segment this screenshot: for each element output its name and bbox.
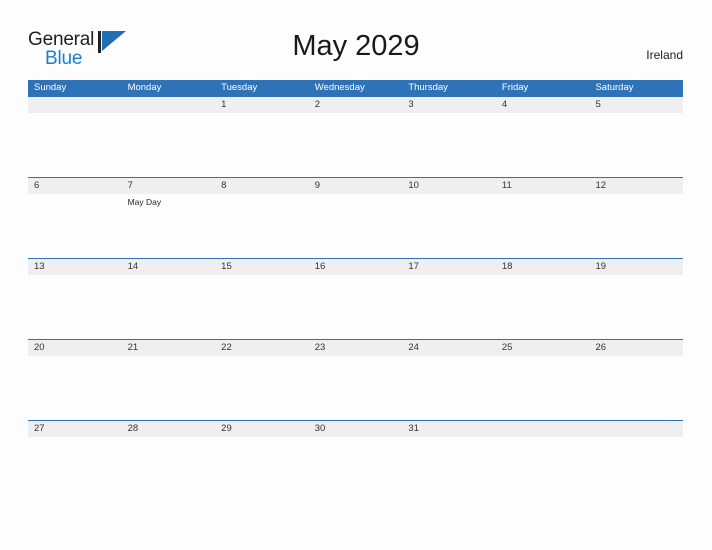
day-cell[interactable] bbox=[28, 275, 122, 339]
week-body bbox=[28, 113, 683, 177]
day-number[interactable]: 31 bbox=[402, 421, 496, 437]
day-cell[interactable] bbox=[28, 356, 122, 420]
day-number[interactable]: 5 bbox=[589, 97, 683, 113]
day-number[interactable]: 22 bbox=[215, 340, 309, 356]
day-number[interactable] bbox=[28, 97, 122, 113]
day-cell[interactable] bbox=[402, 437, 496, 501]
day-number[interactable]: 28 bbox=[122, 421, 216, 437]
day-cell[interactable] bbox=[309, 437, 403, 501]
week-date-band: 20 21 22 23 24 25 26 bbox=[28, 340, 683, 356]
day-cell[interactable] bbox=[496, 113, 590, 177]
weekday-header-monday: Monday bbox=[127, 82, 162, 93]
day-number[interactable]: 8 bbox=[215, 178, 309, 194]
day-cell[interactable] bbox=[402, 194, 496, 258]
weekday-header-tuesday: Tuesday bbox=[221, 82, 258, 93]
day-cell[interactable] bbox=[215, 194, 309, 258]
day-cell[interactable] bbox=[122, 356, 216, 420]
day-number[interactable]: 26 bbox=[589, 340, 683, 356]
day-number[interactable]: 6 bbox=[28, 178, 122, 194]
page-title: May 2029 bbox=[292, 30, 420, 62]
day-cell[interactable] bbox=[28, 113, 122, 177]
day-number[interactable]: 19 bbox=[589, 259, 683, 275]
country-label: Ireland bbox=[646, 48, 683, 62]
day-number[interactable]: 17 bbox=[402, 259, 496, 275]
day-event: May Day bbox=[127, 197, 162, 207]
week-row: 1 2 3 4 5 bbox=[28, 96, 683, 177]
day-cell[interactable] bbox=[122, 437, 216, 501]
day-number[interactable]: 9 bbox=[309, 178, 403, 194]
weekday-header-wednesday: Wednesday bbox=[314, 82, 365, 93]
day-cell[interactable] bbox=[309, 113, 403, 177]
day-cell[interactable] bbox=[402, 113, 496, 177]
week-row: 6 7 8 9 10 11 12 May Day bbox=[28, 177, 683, 258]
day-cell[interactable] bbox=[496, 437, 590, 501]
day-number[interactable]: 10 bbox=[402, 178, 496, 194]
day-number[interactable]: 2 bbox=[309, 97, 403, 113]
week-body: May Day bbox=[28, 194, 683, 258]
day-number[interactable]: 12 bbox=[589, 178, 683, 194]
day-number[interactable]: 16 bbox=[309, 259, 403, 275]
day-cell[interactable] bbox=[589, 437, 683, 501]
weekday-header-thursday: Thursday bbox=[408, 82, 448, 93]
day-cell[interactable] bbox=[215, 113, 309, 177]
day-cell[interactable] bbox=[309, 356, 403, 420]
weekday-header-sunday: Sunday bbox=[34, 82, 67, 93]
day-cell[interactable] bbox=[215, 275, 309, 339]
day-cell[interactable] bbox=[496, 194, 590, 258]
day-cell[interactable] bbox=[215, 437, 309, 501]
day-number[interactable]: 21 bbox=[122, 340, 216, 356]
weekday-header-saturday: Saturday bbox=[595, 82, 634, 93]
day-number[interactable] bbox=[589, 421, 683, 437]
week-body bbox=[28, 275, 683, 339]
day-number[interactable]: 3 bbox=[402, 97, 496, 113]
weekday-header-friday: Friday bbox=[501, 82, 529, 93]
day-number[interactable] bbox=[496, 421, 590, 437]
day-number[interactable]: 13 bbox=[28, 259, 122, 275]
day-cell[interactable] bbox=[309, 194, 403, 258]
day-cell[interactable] bbox=[589, 275, 683, 339]
calendar-grid: Sunday Monday Tuesday Wednesday Thursday… bbox=[28, 80, 683, 501]
day-number[interactable]: 30 bbox=[309, 421, 403, 437]
day-cell[interactable] bbox=[309, 275, 403, 339]
week-row: 20 21 22 23 24 25 26 bbox=[28, 339, 683, 420]
day-number[interactable] bbox=[122, 97, 216, 113]
day-cell[interactable] bbox=[28, 194, 122, 258]
day-number[interactable]: 15 bbox=[215, 259, 309, 275]
day-cell[interactable]: May Day bbox=[122, 194, 216, 258]
day-number[interactable]: 4 bbox=[496, 97, 590, 113]
day-number[interactable]: 24 bbox=[402, 340, 496, 356]
day-number[interactable]: 18 bbox=[496, 259, 590, 275]
day-cell[interactable] bbox=[122, 275, 216, 339]
day-number[interactable]: 1 bbox=[215, 97, 309, 113]
day-number[interactable]: 14 bbox=[122, 259, 216, 275]
page-header: General Blue May 2029 Ireland bbox=[0, 0, 712, 80]
week-row: 13 14 15 16 17 18 19 bbox=[28, 258, 683, 339]
week-date-band: 6 7 8 9 10 11 12 bbox=[28, 178, 683, 194]
day-number[interactable]: 20 bbox=[28, 340, 122, 356]
day-number[interactable]: 27 bbox=[28, 421, 122, 437]
day-number[interactable]: 7 bbox=[122, 178, 216, 194]
week-date-band: 27 28 29 30 31 bbox=[28, 421, 683, 437]
day-number[interactable]: 25 bbox=[496, 340, 590, 356]
week-body bbox=[28, 437, 683, 501]
week-row: 27 28 29 30 31 bbox=[28, 420, 683, 501]
day-cell[interactable] bbox=[28, 437, 122, 501]
day-cell[interactable] bbox=[402, 275, 496, 339]
day-cell[interactable] bbox=[589, 194, 683, 258]
weekday-header-row: Sunday Monday Tuesday Wednesday Thursday… bbox=[28, 80, 683, 96]
day-number[interactable]: 11 bbox=[496, 178, 590, 194]
day-cell[interactable] bbox=[496, 356, 590, 420]
day-cell[interactable] bbox=[496, 275, 590, 339]
week-body bbox=[28, 356, 683, 420]
day-number[interactable]: 23 bbox=[309, 340, 403, 356]
day-cell[interactable] bbox=[215, 356, 309, 420]
day-cell[interactable] bbox=[402, 356, 496, 420]
week-date-band: 13 14 15 16 17 18 19 bbox=[28, 259, 683, 275]
week-date-band: 1 2 3 4 5 bbox=[28, 97, 683, 113]
day-number[interactable]: 29 bbox=[215, 421, 309, 437]
day-cell[interactable] bbox=[589, 113, 683, 177]
day-cell[interactable] bbox=[122, 113, 216, 177]
day-cell[interactable] bbox=[589, 356, 683, 420]
